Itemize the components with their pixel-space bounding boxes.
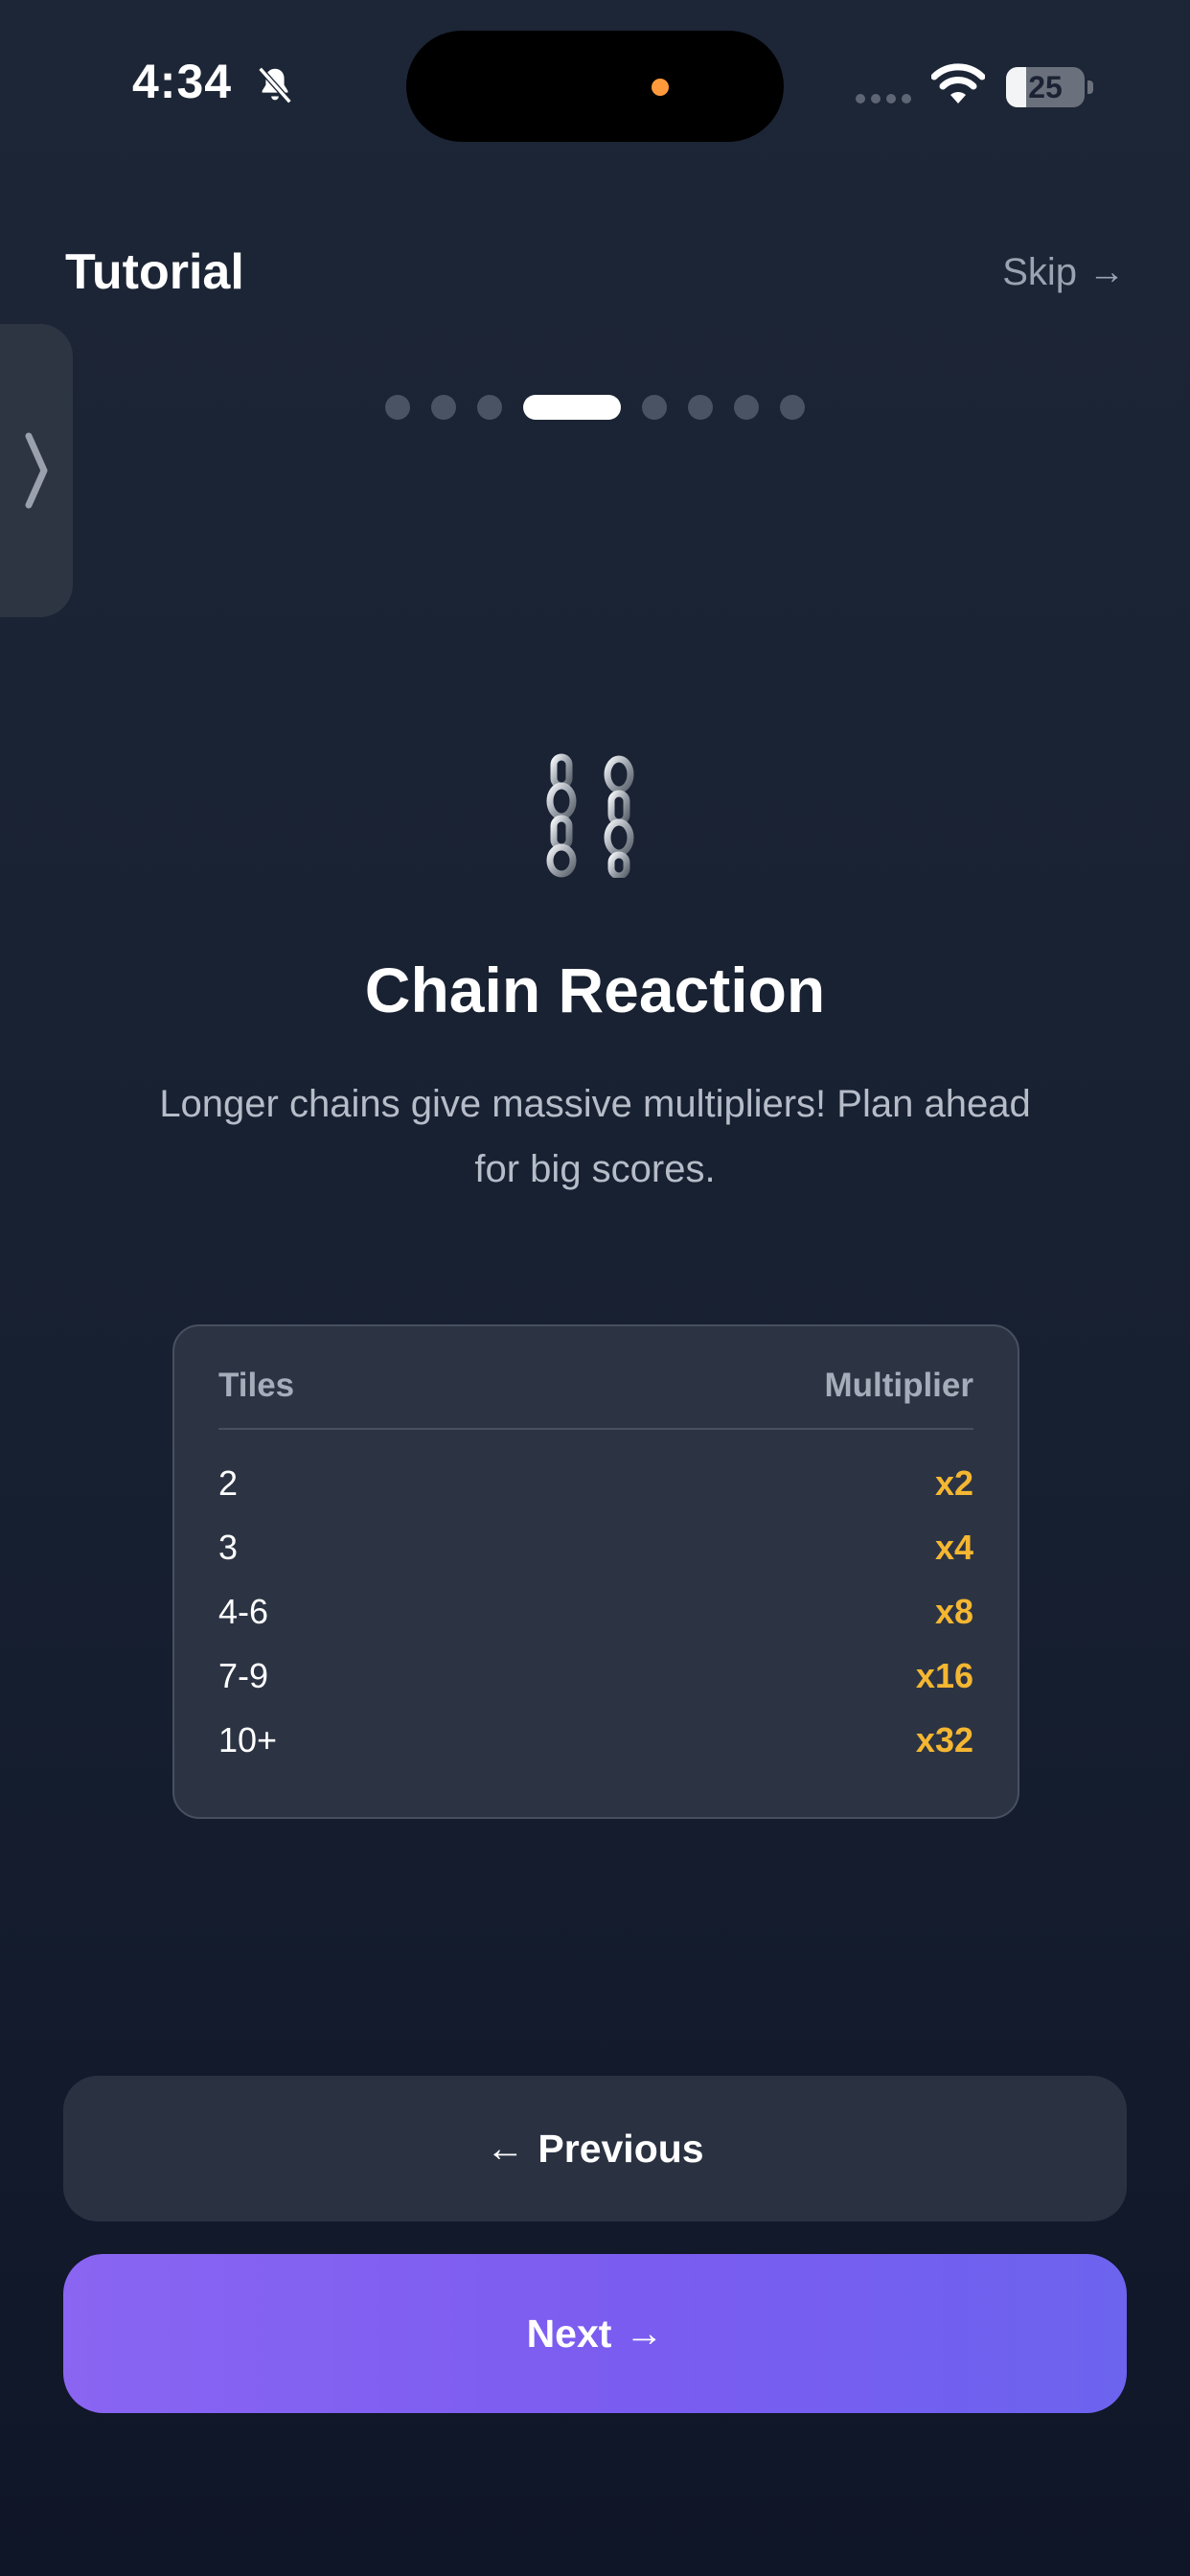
tiles-cell: 2 [218, 1462, 239, 1503]
previous-button[interactable]: ← Previous [63, 2076, 1127, 2221]
arrow-left-icon: ← [486, 2127, 525, 2170]
bell-muted-icon [258, 66, 292, 104]
slide-description: Longer chains give massive multipliers! … [159, 1083, 1031, 1190]
page-indicator [0, 395, 1190, 420]
wifi-icon [931, 63, 985, 104]
multiplier-cell: x8 [934, 1591, 973, 1631]
table-body: 2 x2 3 x4 4-6 x8 7-9 x16 10+ x32 [218, 1430, 973, 1772]
arrow-right-icon: → [625, 2312, 664, 2355]
column-header-tiles: Tiles [218, 1367, 295, 1404]
multiplier-cell: x16 [915, 1655, 973, 1695]
battery-cap [1087, 80, 1093, 94]
column-header-multiplier: Multiplier [824, 1367, 973, 1404]
tiles-cell: 7-9 [218, 1655, 269, 1695]
table-header: Tiles Multiplier [218, 1367, 973, 1430]
multiplier-cell: x32 [915, 1719, 973, 1760]
pager-dot [431, 395, 456, 420]
pager-dot-active [523, 395, 621, 420]
page-title: Tutorial [65, 244, 244, 300]
battery-level-fill [1006, 67, 1026, 107]
chain-icon [546, 753, 634, 878]
table-row: 4-6 x8 [218, 1579, 973, 1644]
pager-dot [780, 395, 805, 420]
multiplier-table: Tiles Multiplier 2 x2 3 x4 4-6 x8 7-9 x1… [172, 1324, 1019, 1819]
dynamic-island [406, 31, 784, 142]
pager-dot [642, 395, 667, 420]
multiplier-cell: x2 [934, 1462, 973, 1503]
pager-dot [385, 395, 410, 420]
side-drawer-handle[interactable] [0, 324, 73, 617]
chevron-right-icon [25, 432, 48, 509]
multiplier-cell: x4 [934, 1527, 973, 1567]
status-time: 4:34 [132, 55, 233, 108]
pager-dot [734, 395, 759, 420]
cellular-signal-icon [856, 94, 911, 104]
battery-percent: 25 [1028, 69, 1063, 104]
previous-label: Previous [538, 2126, 704, 2171]
arrow-right-icon: → [1088, 252, 1125, 292]
table-row: 2 x2 [218, 1451, 973, 1515]
tiles-cell: 10+ [218, 1719, 278, 1760]
next-button[interactable]: Next → [63, 2254, 1127, 2413]
table-row: 7-9 x16 [218, 1644, 973, 1708]
slide-title: Chain Reaction [364, 954, 826, 1025]
skip-label: Skip [1002, 251, 1077, 293]
skip-button[interactable]: Skip → [1002, 251, 1125, 294]
tiles-cell: 3 [218, 1527, 239, 1567]
tiles-cell: 4-6 [218, 1591, 269, 1631]
table-row: 3 x4 [218, 1515, 973, 1579]
recording-indicator [652, 79, 669, 96]
pager-dot [477, 395, 502, 420]
next-label: Next [526, 2311, 612, 2356]
table-row: 10+ x32 [218, 1708, 973, 1772]
pager-dot [688, 395, 713, 420]
battery-indicator: 25 [1006, 67, 1085, 107]
